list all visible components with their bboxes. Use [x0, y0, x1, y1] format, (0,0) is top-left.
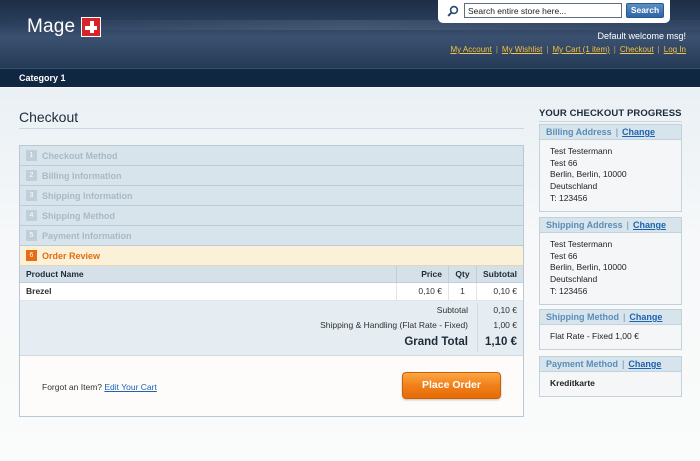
change-shipping-link[interactable]: Change	[633, 220, 666, 230]
progress-box-header: Payment Method | Change	[540, 357, 681, 372]
progress-box-title: Shipping Method	[546, 312, 619, 322]
forgot-item-text: Forgot an Item? Edit Your Cart	[42, 382, 157, 392]
col-subtotal: Subtotal	[476, 266, 523, 283]
address-line: Test Testermann	[550, 239, 613, 249]
link-checkout[interactable]: Checkout	[620, 45, 654, 54]
item-qty: 1	[448, 282, 477, 301]
search-button[interactable]: Search	[626, 3, 664, 18]
checkout-steps: 1 Checkout Method 2 Billing Information …	[19, 145, 524, 417]
step-number: 2	[26, 170, 37, 181]
step-label: Shipping Information	[42, 190, 133, 201]
forgot-item-label: Forgot an Item?	[42, 381, 103, 392]
link-log-in[interactable]: Log In	[664, 45, 686, 54]
progress-box-header: Shipping Method | Change	[540, 310, 681, 325]
page-title: Checkout	[19, 109, 79, 125]
place-order-button[interactable]: Place Order	[402, 371, 501, 399]
progress-title: YOUR CHECKOUT PROGRESS	[539, 108, 682, 119]
step-number: 4	[26, 210, 37, 221]
order-totals: Subtotal 0,10 € Shipping & Handling (Fla…	[20, 300, 523, 356]
main-nav: Category 1	[0, 68, 700, 87]
step-number: 5	[26, 230, 37, 241]
step-number: 1	[26, 150, 37, 161]
totals-shipping: Shipping & Handling (Flat Rate - Fixed) …	[20, 317, 523, 333]
subtotal-value: 0,10 €	[477, 302, 523, 318]
address-line: Test Testermann	[550, 146, 613, 156]
divider	[539, 121, 682, 122]
address-line: Test 66	[550, 250, 578, 261]
link-my-wishlist[interactable]: My Wishlist	[502, 45, 542, 54]
item-subtotal: 0,10 €	[476, 282, 523, 301]
address-line: Deutschland	[550, 181, 598, 192]
shipping-value: 1,00 €	[477, 317, 523, 333]
progress-box-title: Billing Address	[546, 127, 612, 137]
step-order-review[interactable]: 6 Order Review	[20, 246, 523, 266]
shipping-method-body: Flat Rate - Fixed 1,00 €	[540, 325, 681, 349]
step-shipping-information[interactable]: 3 Shipping Information	[20, 186, 523, 206]
progress-box-title: Payment Method	[546, 359, 619, 369]
divider	[19, 128, 524, 129]
edit-cart-link[interactable]: Edit Your Cart	[104, 382, 156, 392]
progress-box-header: Billing Address | Change	[540, 125, 681, 140]
totals-subtotal: Subtotal 0,10 €	[20, 302, 523, 318]
address-line: Berlin, Berlin, 10000	[550, 169, 627, 180]
address-line: Deutschland	[550, 274, 598, 285]
change-billing-link[interactable]: Change	[622, 127, 655, 137]
shipping-address-body: Test Testermann Test 66 Berlin, Berlin, …	[540, 233, 681, 304]
payment-method-body: Kreditkarte	[540, 372, 681, 396]
billing-address-body: Test Testermann Test 66 Berlin, Berlin, …	[540, 140, 681, 211]
logo[interactable]: Mage	[27, 16, 102, 38]
order-items-table: Product Name Price Qty Subtotal Brezel 0…	[20, 266, 523, 301]
grand-total-label: Grand Total	[404, 335, 468, 348]
link-my-cart[interactable]: My Cart (1 item)	[552, 45, 609, 54]
shipping-method-value: Flat Rate - Fixed 1,00 €	[550, 331, 639, 341]
search-input[interactable]	[464, 3, 622, 18]
search-bar: Search	[438, 0, 670, 23]
nav-item-category-1[interactable]: Category 1	[19, 73, 66, 83]
change-payment-method-link[interactable]: Change	[628, 359, 661, 369]
swiss-cross-icon	[81, 17, 102, 37]
progress-payment-method: Payment Method | Change Kreditkarte	[539, 356, 682, 397]
progress-box-title: Shipping Address	[546, 220, 623, 230]
address-line: Berlin, Berlin, 10000	[550, 262, 627, 273]
change-shipping-method-link[interactable]: Change	[629, 312, 662, 322]
progress-shipping-address: Shipping Address | Change Test Testermann …	[539, 217, 682, 305]
item-name: Brezel	[20, 282, 397, 301]
step-label: Checkout Method	[42, 150, 118, 161]
step-label: Shipping Method	[42, 210, 115, 221]
progress-billing-address: Billing Address | Change Test Testermann T…	[539, 124, 682, 212]
order-review-footer: Forgot an Item? Edit Your Cart Place Ord…	[20, 355, 523, 416]
top-links: My Account | My Wishlist | My Cart (1 item) |…	[450, 45, 686, 54]
payment-method-value: Kreditkarte	[550, 378, 595, 388]
progress-shipping-method: Shipping Method | Change Flat Rate - Fixed…	[539, 309, 682, 350]
shipping-label: Shipping & Handling (Flat Rate - Fixed)	[320, 320, 468, 330]
totals-grand: Grand Total 1,10 €	[20, 332, 523, 352]
subtotal-label: Subtotal	[436, 305, 468, 315]
step-number: 3	[26, 190, 37, 201]
grand-total-value: 1,10 €	[477, 332, 523, 352]
step-number: 6	[26, 250, 37, 261]
search-icon	[447, 5, 459, 17]
col-price: Price	[396, 266, 449, 283]
table-row: Brezel 0,10 € 1 0,10 €	[20, 282, 523, 301]
address-line: T: 123456	[550, 285, 588, 296]
step-billing-information[interactable]: 2 Billing Information	[20, 166, 523, 186]
item-price: 0,10 €	[396, 282, 449, 301]
step-shipping-method[interactable]: 4 Shipping Method	[20, 206, 523, 226]
link-my-account[interactable]: My Account	[450, 45, 491, 54]
address-line: Test 66	[550, 157, 578, 168]
address-line: T: 123456	[550, 192, 588, 203]
progress-box-header: Shipping Address | Change	[540, 218, 681, 233]
step-label: Billing Information	[42, 170, 122, 181]
main-content: Checkout 1 Checkout Method 2 Billing Inf…	[0, 88, 700, 461]
step-payment-information[interactable]: 5 Payment Information	[20, 226, 523, 246]
step-label: Payment Information	[42, 230, 132, 241]
welcome-message: Default welcome msg!	[597, 31, 686, 41]
col-qty: Qty	[448, 266, 477, 283]
header: Mage Search Default welcome msg! My Acco…	[0, 0, 700, 68]
logo-text: Mage	[27, 16, 76, 37]
col-product-name: Product Name	[20, 266, 397, 283]
step-label: Order Review	[42, 250, 101, 261]
order-review: Product Name Price Qty Subtotal Brezel 0…	[20, 266, 523, 416]
step-checkout-method[interactable]: 1 Checkout Method	[20, 146, 523, 166]
